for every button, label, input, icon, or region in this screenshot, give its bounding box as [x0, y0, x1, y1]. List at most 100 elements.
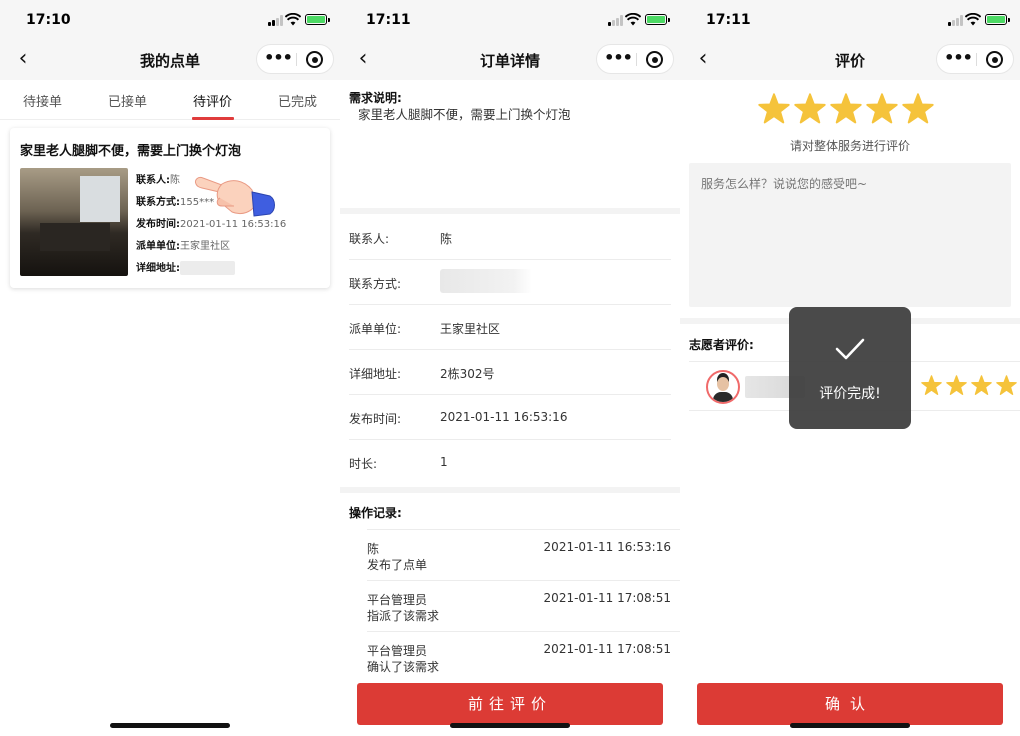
detail-value: 2栋302号: [440, 367, 495, 381]
detail-row-contact: 联系人: 陈: [349, 215, 671, 260]
pointing-hand-icon: [195, 177, 275, 217]
detail-value: 王家里社区: [440, 322, 501, 336]
detail-value: 陈: [440, 232, 453, 246]
field-label: 发布时间:: [136, 219, 180, 230]
battery-icon: [985, 14, 1010, 25]
section-divider: [340, 208, 680, 214]
field-label: 联系人:: [136, 175, 170, 186]
log-time: 2021-01-11 16:53:16: [543, 540, 671, 554]
detail-label: 联系人:: [349, 232, 390, 246]
star-icon[interactable]: [971, 375, 992, 396]
miniprogram-close-icon[interactable]: [986, 51, 1003, 68]
go-review-button[interactable]: 前往评价: [357, 683, 663, 725]
more-dots-icon[interactable]: •••: [261, 45, 295, 73]
more-dots-icon[interactable]: •••: [601, 45, 635, 73]
blurred-phone: [440, 269, 532, 293]
active-tab-indicator: [192, 117, 234, 120]
battery-icon: [645, 14, 670, 25]
wifi-icon: [285, 13, 301, 26]
capsule-divider: [636, 53, 637, 66]
star-icon[interactable]: [996, 375, 1017, 396]
overall-rating: [758, 93, 938, 127]
detail-label: 联系方式:: [349, 277, 402, 291]
nav-bar: ‹ 我的点单 •••: [0, 40, 340, 80]
order-status-tabs: 待接单 已接单 待评价 已完成: [0, 80, 340, 120]
detail-value: 2021-01-11 16:53:16: [440, 410, 568, 424]
wifi-icon: [965, 13, 981, 26]
log-item: 陈发布了点单 2021-01-11 16:53:16: [367, 529, 680, 580]
status-bar: 17:11: [340, 0, 680, 40]
detail-row-phone: 联系方式:: [349, 260, 671, 305]
tab-accepted[interactable]: 已接单: [108, 91, 147, 110]
home-indicator: [450, 723, 570, 728]
blurred-value: [180, 261, 235, 275]
miniprogram-close-icon[interactable]: [646, 51, 663, 68]
volunteer-rating: [921, 375, 1017, 399]
log-actor: 陈: [367, 542, 380, 556]
nav-bar: ‹ 订单详情 •••: [340, 40, 680, 80]
tab-completed[interactable]: 已完成: [278, 91, 317, 110]
volunteer-label: 志愿者评价:: [689, 338, 754, 352]
confirm-button[interactable]: 确认: [697, 683, 1003, 725]
home-indicator: [790, 723, 910, 728]
battery-icon: [305, 14, 330, 25]
wifi-icon: [625, 13, 641, 26]
field-value: 王家里社区: [180, 241, 230, 252]
log-time: 2021-01-11 17:08:51: [543, 591, 671, 605]
detail-label: 发布时间:: [349, 412, 402, 426]
rating-hint: 请对整体服务进行评价: [789, 139, 910, 153]
toast-text: 评价完成!: [819, 386, 881, 402]
check-icon: [835, 338, 865, 360]
detail-label: 派单单位:: [349, 322, 402, 336]
star-icon[interactable]: [866, 93, 898, 125]
star-icon[interactable]: [830, 93, 862, 125]
screen-order-detail: 17:11 ‹ 订单详情 ••• 需求说明: 家里老人腿脚不便，需要上门换个灯泡…: [340, 0, 680, 736]
field-address: 详细地址:: [136, 259, 235, 275]
signal-icon: [948, 15, 964, 26]
field-dispatch-unit: 派单单位:王家里社区: [136, 237, 230, 252]
field-label: 联系方式:: [136, 197, 180, 208]
detail-row-duration: 时长: 1: [349, 440, 671, 485]
order-title: 家里老人腿脚不便，需要上门换个灯泡: [20, 144, 242, 159]
field-label: 派单单位:: [136, 241, 180, 252]
star-icon[interactable]: [758, 93, 790, 125]
status-time: 17:10: [26, 12, 71, 28]
screen-review: 17:11 ‹ 评价 ••• 请对整体服务进行评价 志愿者评价: 评价完成! 确…: [680, 0, 1020, 736]
detail-row-address: 详细地址: 2栋302号: [349, 350, 671, 395]
volunteer-avatar: [706, 370, 740, 404]
section-divider: [340, 487, 680, 493]
log-action: 指派了该需求: [367, 609, 440, 623]
nav-bar: ‹ 评价 •••: [680, 40, 1020, 80]
order-card[interactable]: 家里老人腿脚不便，需要上门换个灯泡 联系人:陈 联系方式:155*** 发布时间…: [10, 128, 330, 288]
detail-value: 1: [440, 455, 448, 469]
detail-row-publish-time: 发布时间: 2021-01-11 16:53:16: [349, 395, 671, 440]
tab-pending-review[interactable]: 待评价: [193, 91, 232, 110]
field-value: 陈: [170, 175, 180, 186]
status-bar: 17:11: [680, 0, 1020, 40]
star-icon[interactable]: [921, 375, 942, 396]
success-toast: 评价完成!: [789, 307, 911, 429]
log-section-label: 操作记录:: [349, 506, 402, 520]
home-indicator: [110, 723, 230, 728]
status-time: 17:11: [706, 12, 751, 28]
order-photo: [20, 168, 128, 276]
comment-input[interactable]: [689, 163, 1011, 307]
status-time: 17:11: [366, 12, 411, 28]
capsule-divider: [976, 53, 977, 66]
detail-label: 详细地址:: [349, 367, 402, 381]
log-action: 发布了点单: [367, 558, 428, 572]
more-dots-icon[interactable]: •••: [941, 45, 975, 73]
log-action: 确认了该需求: [367, 660, 440, 674]
tab-pending-accept[interactable]: 待接单: [23, 91, 62, 110]
log-time: 2021-01-11 17:08:51: [543, 642, 671, 656]
capsule-divider: [296, 53, 297, 66]
star-icon[interactable]: [902, 93, 934, 125]
star-icon[interactable]: [794, 93, 826, 125]
miniprogram-close-icon[interactable]: [306, 51, 323, 68]
signal-icon: [268, 15, 284, 26]
detail-label: 时长:: [349, 457, 378, 471]
screen-my-orders: 17:10 ‹ 我的点单 ••• 待接单 已接单 待评价 已完成 家里老人腿脚不…: [0, 0, 340, 736]
miniprogram-capsule: •••: [936, 44, 1014, 74]
star-icon[interactable]: [946, 375, 967, 396]
miniprogram-capsule: •••: [256, 44, 334, 74]
